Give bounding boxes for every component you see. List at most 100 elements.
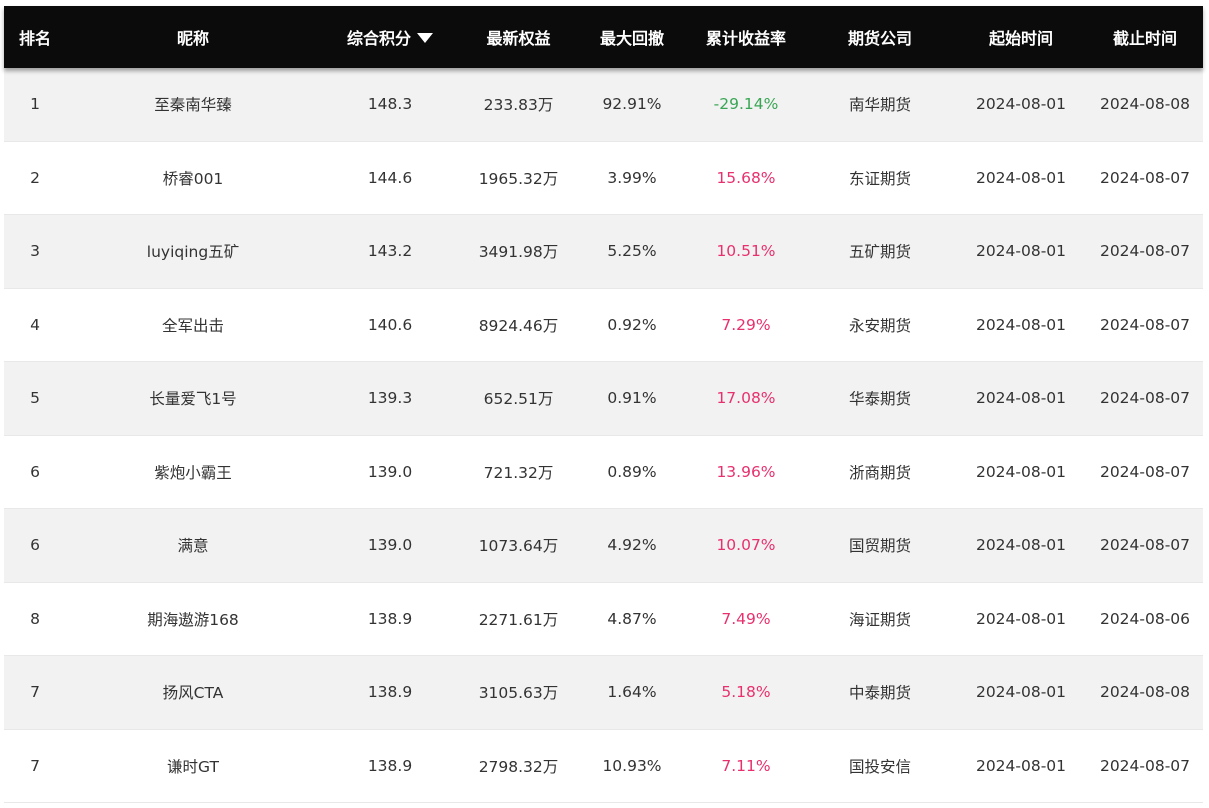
cell-rank: 7 bbox=[30, 756, 40, 775]
cell-score: 138.9 bbox=[367, 756, 413, 775]
cell-score: 140.6 bbox=[367, 315, 413, 334]
cell-rank: 3 bbox=[30, 242, 40, 261]
header-start: 起始时间 bbox=[988, 29, 1053, 48]
cell-start: 2024-08-01 bbox=[975, 536, 1067, 555]
cell-end: 2024-08-08 bbox=[1099, 95, 1191, 114]
cell-company: 南华期货 bbox=[848, 96, 911, 115]
header-name: 昵称 bbox=[176, 29, 209, 48]
cell-name: 扬风CTA bbox=[162, 684, 224, 703]
cell-score: 139.0 bbox=[367, 536, 413, 555]
cell-company: 国投安信 bbox=[848, 757, 911, 776]
cell-company: 永安期货 bbox=[848, 316, 911, 335]
table-row[interactable]: 1 至秦南华臻 148.3 233.83万 92.91% -29.14% 南华期货 2024-… bbox=[4, 68, 1203, 142]
table-header: 排名 昵称 综合积分 最新权益 最大回撤 累计收益率 期货公司 起始时间 截止时… bbox=[4, 6, 1203, 68]
cell-end: 2024-08-07 bbox=[1099, 756, 1191, 775]
cell-name: 紫炮小霸王 bbox=[154, 463, 232, 482]
cell-score: 144.6 bbox=[367, 168, 413, 187]
cell-company: 华泰期货 bbox=[848, 390, 911, 409]
header-return: 累计收益率 bbox=[705, 29, 786, 48]
cell-rank: 5 bbox=[30, 389, 40, 408]
cell-return: 5.18% bbox=[721, 683, 771, 702]
cell-company: 五矿期货 bbox=[848, 243, 911, 262]
cell-company: 浙商期货 bbox=[848, 463, 911, 482]
cell-equity: 2798.32万 bbox=[478, 757, 559, 776]
cell-rank: 6 bbox=[30, 462, 40, 481]
cell-drawdown: 3.99% bbox=[607, 168, 657, 187]
cell-rank: 8 bbox=[30, 609, 40, 628]
cell-equity: 8924.46万 bbox=[478, 316, 559, 335]
header-rank: 排名 bbox=[18, 29, 51, 48]
table-row[interactable]: 3 luyiqing五矿 143.2 3491.98万 5.25% 10.51% 五矿期货 2… bbox=[4, 215, 1203, 289]
table-row[interactable]: 5 长量爱飞1号 139.3 652.51万 0.91% 17.08% 华泰期货 2024-0… bbox=[4, 362, 1203, 436]
cell-return: 7.29% bbox=[721, 315, 771, 334]
cell-equity: 233.83万 bbox=[483, 96, 554, 115]
cell-company: 国贸期货 bbox=[848, 537, 911, 556]
cell-equity: 3105.63万 bbox=[478, 684, 559, 703]
cell-drawdown: 10.93% bbox=[602, 756, 662, 775]
table-row[interactable]: 7 扬风CTA 138.9 3105.63万 1.64% 5.18% 中泰期货 2024-08… bbox=[4, 656, 1203, 730]
cell-name: luyiqing五矿 bbox=[146, 243, 240, 262]
ranking-page: 排名 昵称 综合积分 最新权益 最大回撤 累计收益率 期货公司 起始时间 截止时… bbox=[0, 0, 1209, 808]
cell-end: 2024-08-07 bbox=[1099, 168, 1191, 187]
cell-return: 10.07% bbox=[716, 536, 776, 555]
cell-drawdown: 5.25% bbox=[607, 242, 657, 261]
cell-end: 2024-08-07 bbox=[1099, 536, 1191, 555]
cell-rank: 4 bbox=[30, 315, 40, 334]
cell-name: 谦时GT bbox=[167, 757, 219, 776]
cell-start: 2024-08-01 bbox=[975, 389, 1067, 408]
cell-name: 至秦南华臻 bbox=[154, 96, 232, 115]
cell-end: 2024-08-07 bbox=[1099, 242, 1191, 261]
cell-equity: 1965.32万 bbox=[478, 169, 559, 188]
cell-start: 2024-08-01 bbox=[975, 462, 1067, 481]
cell-start: 2024-08-01 bbox=[975, 315, 1067, 334]
cell-rank: 2 bbox=[30, 168, 40, 187]
cell-equity: 2271.61万 bbox=[478, 610, 559, 629]
cell-drawdown: 0.91% bbox=[607, 389, 657, 408]
table-row[interactable]: 4 全军出击 140.6 8924.46万 0.92% 7.29% 永安期货 2024-08-… bbox=[4, 288, 1203, 362]
header-company: 期货公司 bbox=[847, 29, 912, 48]
cell-equity: 1073.64万 bbox=[478, 537, 559, 556]
cell-equity: 652.51万 bbox=[483, 390, 554, 409]
cell-drawdown: 4.87% bbox=[607, 609, 657, 628]
ranking-table: 排名 昵称 综合积分 最新权益 最大回撤 累计收益率 期货公司 起始时间 截止时… bbox=[4, 6, 1203, 803]
table-body: 1 至秦南华臻 148.3 233.83万 92.91% -29.14% 南华期货 2024-… bbox=[4, 68, 1203, 803]
table-row[interactable]: 6 紫炮小霸王 139.0 721.32万 0.89% 13.96% 浙商期货 2024-08… bbox=[4, 435, 1203, 509]
cell-start: 2024-08-01 bbox=[975, 242, 1067, 261]
cell-name: 长量爱飞1号 bbox=[149, 390, 237, 409]
cell-score: 143.2 bbox=[367, 242, 413, 261]
table-row[interactable]: 2 桥睿001 144.6 1965.32万 3.99% 15.68% 东证期货 2024-0… bbox=[4, 141, 1203, 215]
cell-company: 东证期货 bbox=[848, 169, 911, 188]
cell-score: 138.9 bbox=[367, 683, 413, 702]
cell-score: 139.3 bbox=[367, 389, 413, 408]
cell-name: 期海遨游168 bbox=[147, 610, 239, 629]
cell-end: 2024-08-07 bbox=[1099, 315, 1191, 334]
cell-end: 2024-08-07 bbox=[1099, 389, 1191, 408]
cell-start: 2024-08-01 bbox=[975, 168, 1067, 187]
triangle-down-icon[interactable] bbox=[417, 32, 433, 43]
cell-score: 139.0 bbox=[367, 462, 413, 481]
table-row[interactable]: 8 期海遨游168 138.9 2271.61万 4.87% 7.49% 海证期货 2024-… bbox=[4, 582, 1203, 656]
cell-end: 2024-08-08 bbox=[1099, 683, 1191, 702]
table-row[interactable]: 6 满意 139.0 1073.64万 4.92% 10.07% 国贸期货 2024-08-0… bbox=[4, 509, 1203, 583]
cell-start: 2024-08-01 bbox=[975, 609, 1067, 628]
cell-name: 全军出击 bbox=[161, 316, 224, 335]
header-score-label: 综合积分 bbox=[346, 29, 411, 48]
cell-company: 中泰期货 bbox=[848, 684, 911, 703]
cell-drawdown: 1.64% bbox=[607, 683, 657, 702]
cell-drawdown: 4.92% bbox=[607, 536, 657, 555]
cell-drawdown: 0.89% bbox=[607, 462, 657, 481]
cell-return: -29.14% bbox=[713, 95, 779, 114]
cell-start: 2024-08-01 bbox=[975, 95, 1067, 114]
cell-end: 2024-08-07 bbox=[1099, 462, 1191, 481]
table-row[interactable]: 7 谦时GT 138.9 2798.32万 10.93% 7.11% 国投安信 2024-08… bbox=[4, 729, 1203, 803]
cell-drawdown: 0.92% bbox=[607, 315, 657, 334]
cell-return: 17.08% bbox=[716, 389, 776, 408]
cell-equity: 3491.98万 bbox=[478, 243, 559, 262]
cell-company: 海证期货 bbox=[848, 610, 911, 629]
cell-start: 2024-08-01 bbox=[975, 683, 1067, 702]
cell-end: 2024-08-06 bbox=[1099, 609, 1191, 628]
cell-name: 满意 bbox=[177, 537, 209, 556]
cell-rank: 1 bbox=[30, 95, 40, 114]
header-score-sort[interactable]: 综合积分 bbox=[320, 25, 460, 49]
cell-return: 10.51% bbox=[716, 242, 776, 261]
